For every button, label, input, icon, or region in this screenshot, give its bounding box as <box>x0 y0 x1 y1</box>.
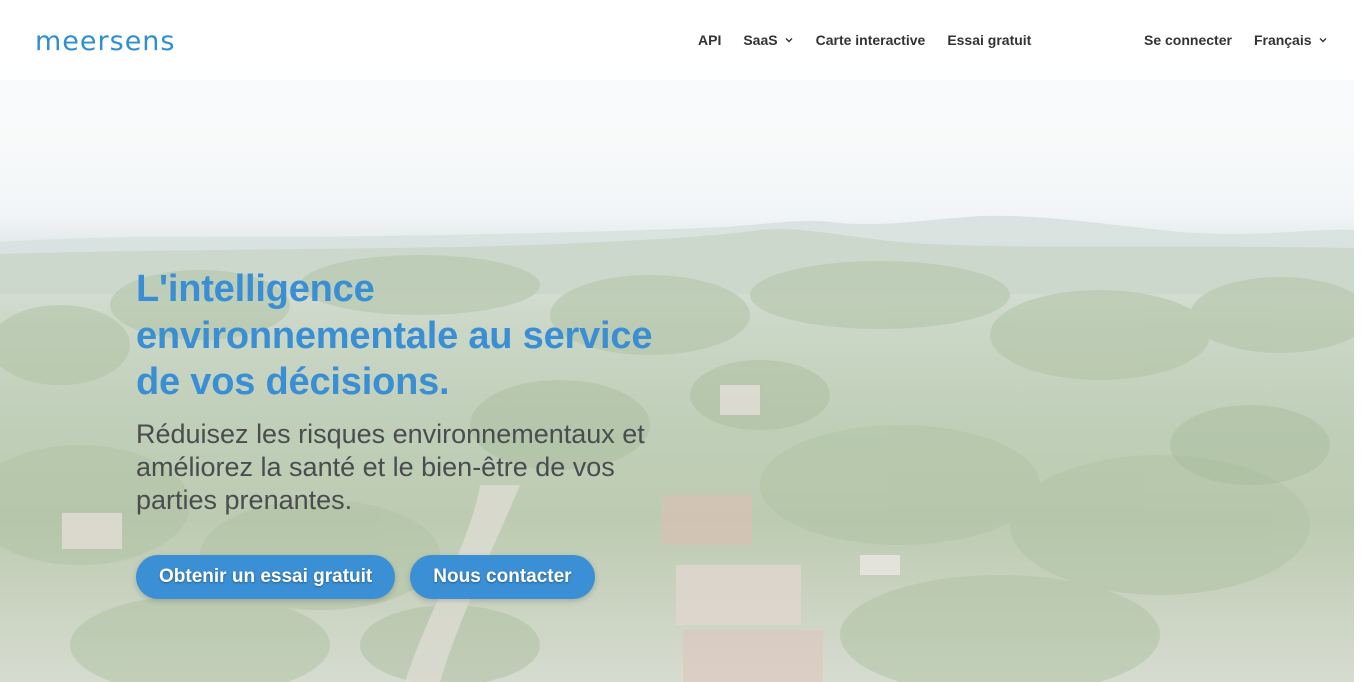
hero-subtitle: Réduisez les risques environnementaux et… <box>136 418 645 515</box>
hero-section: L'intelligence environnementale au servi… <box>136 266 696 599</box>
language-label: Français <box>1253 32 1312 48</box>
chevron-down-icon <box>1319 38 1327 43</box>
meersens-logo[interactable]: meersens <box>35 22 175 62</box>
login-label: Se connecter <box>1144 32 1232 48</box>
nav-item-label: SaaS <box>743 32 778 48</box>
hero-title: L'intelligence environnementale au servi… <box>136 268 653 403</box>
cta-group: Obtenir un essai gratuit Nous contacter <box>136 554 696 599</box>
secondary-nav: Se connecter Français <box>1144 0 1350 80</box>
contact-button[interactable]: Nous contacter <box>410 554 595 599</box>
page: meersens API SaaS Carte interactive Essa… <box>0 0 1354 682</box>
site-header: meersens API SaaS Carte interactive Essa… <box>0 0 1354 80</box>
login-link[interactable]: Se connecter <box>1144 32 1232 48</box>
nav-item-saas[interactable]: SaaS <box>743 32 793 48</box>
nav-item-label: API <box>698 32 722 48</box>
language-selector[interactable]: Français <box>1254 32 1328 48</box>
nav-item-label: Essai gratuit <box>947 32 1032 48</box>
chevron-down-icon <box>785 38 793 43</box>
nav-item-label: Carte interactive <box>815 32 926 48</box>
main-nav: API SaaS Carte interactive Essai gratuit <box>698 0 1053 80</box>
free-trial-button[interactable]: Obtenir un essai gratuit <box>136 554 396 599</box>
nav-item-essai-gratuit[interactable]: Essai gratuit <box>947 32 1031 48</box>
nav-item-carte-interactive[interactable]: Carte interactive <box>816 32 926 48</box>
nav-item-api[interactable]: API <box>698 32 721 48</box>
